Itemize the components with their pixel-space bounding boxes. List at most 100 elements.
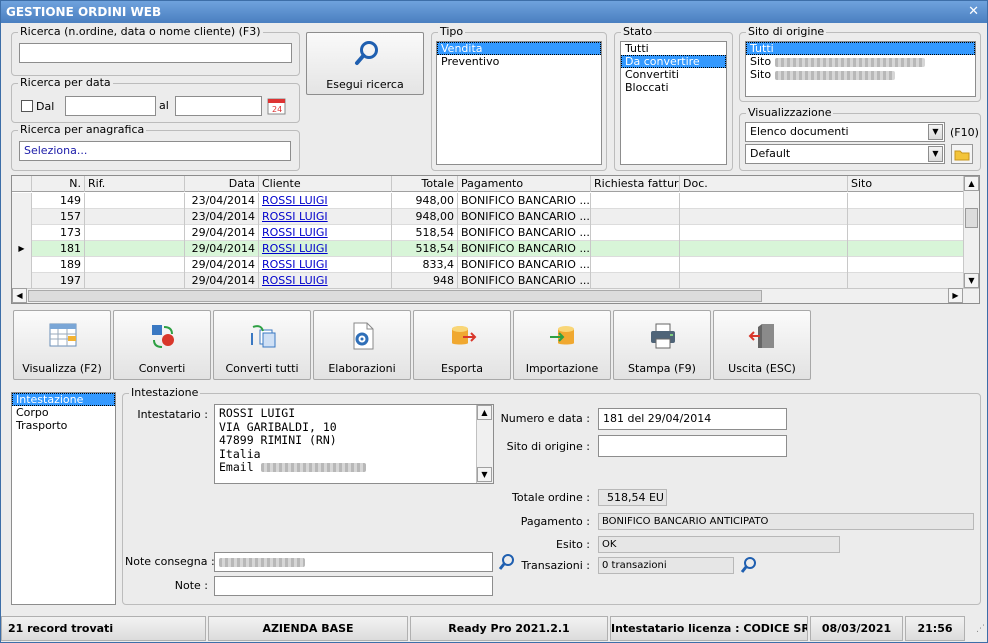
intestatario-textarea[interactable]: ROSSI LUIGI VIA GARIBALDI, 10 47899 RIMI…: [214, 404, 494, 484]
table-row[interactable]: 149 23/04/2014 ROSSI LUIGI 948,00 BONIFICO B…: [12, 193, 964, 209]
esporta-button[interactable]: Esporta: [413, 310, 511, 380]
cell-n: 189: [32, 257, 85, 273]
cell-empty: [680, 273, 848, 289]
column-header[interactable]: Cliente: [259, 176, 392, 192]
table-row[interactable]: 157 23/04/2014 ROSSI LUIGI 948,00 BONIFICO B…: [12, 209, 964, 225]
converti-button[interactable]: Converti: [113, 310, 211, 380]
cell-cliente[interactable]: ROSSI LUIGI: [259, 209, 392, 225]
stato-item[interactable]: Convertiti: [621, 68, 726, 81]
chevron-down-icon[interactable]: ▼: [928, 146, 943, 162]
sito-item[interactable]: Tutti: [746, 42, 975, 55]
column-header[interactable]: Pagamento: [458, 176, 591, 192]
section-item-intestazione[interactable]: Intestazione: [12, 393, 115, 406]
scroll-down-icon[interactable]: ▼: [477, 467, 492, 482]
row-indicator[interactable]: [12, 225, 32, 241]
svg-text:24: 24: [272, 105, 282, 114]
tipo-item[interactable]: Preventivo: [437, 55, 601, 68]
table-row[interactable]: ▶ 181 29/04/2014 ROSSI LUIGI 518,54 BONIFICO …: [12, 241, 964, 257]
note-field[interactable]: [214, 576, 493, 596]
table-row[interactable]: 173 29/04/2014 ROSSI LUIGI 518,54 BONIFICO B…: [12, 225, 964, 241]
visualizza-button[interactable]: Visualizza (F2): [13, 310, 111, 380]
stato-list[interactable]: Tutti Da convertire Convertiti Bloccati: [620, 41, 727, 165]
sito-origine-list[interactable]: Tutti Sito Sito: [745, 41, 976, 97]
scroll-right-icon[interactable]: ▶: [948, 288, 963, 303]
cell-cliente[interactable]: ROSSI LUIGI: [259, 225, 392, 241]
scroll-thumb[interactable]: [965, 208, 978, 228]
row-indicator[interactable]: [12, 257, 32, 273]
resize-grip-icon[interactable]: ⋰: [967, 620, 985, 638]
section-item-trasporto[interactable]: Trasporto: [12, 419, 115, 432]
current-row-indicator-icon[interactable]: ▶: [12, 241, 32, 257]
grid-vertical-scrollbar[interactable]: ▲ ▼: [963, 176, 979, 289]
note-consegna-field[interactable]: [214, 552, 493, 572]
column-header[interactable]: Rif.: [85, 176, 185, 192]
scroll-up-icon[interactable]: ▲: [964, 176, 979, 191]
table-row[interactable]: 189 29/04/2014 ROSSI LUIGI 833,4 BONIFICO BA…: [12, 257, 964, 273]
scroll-down-icon[interactable]: ▼: [964, 273, 979, 288]
cell-cliente[interactable]: ROSSI LUIGI: [259, 257, 392, 273]
pagamento-value: BONIFICO BANCARIO ANTICIPATO: [598, 513, 974, 530]
row-indicator[interactable]: [12, 193, 32, 209]
tipo-item[interactable]: Vendita: [437, 42, 601, 55]
column-header[interactable]: Sito: [848, 176, 964, 192]
column-header[interactable]: N.: [32, 176, 85, 192]
date-to-field[interactable]: [175, 96, 262, 116]
layout-select[interactable]: Default ▼: [745, 144, 945, 164]
row-indicator[interactable]: [12, 209, 32, 225]
al-label: al: [159, 99, 169, 112]
cell-cliente[interactable]: ROSSI LUIGI: [259, 273, 392, 289]
stampa-button[interactable]: Stampa (F9): [613, 310, 711, 380]
chevron-down-icon[interactable]: ▼: [928, 124, 943, 140]
cell-data: 29/04/2014: [185, 257, 259, 273]
scroll-thumb[interactable]: [28, 290, 762, 302]
textarea-scrollbar[interactable]: ▲ ▼: [476, 405, 493, 483]
anagrafica-select[interactable]: Seleziona...: [19, 141, 291, 161]
totale-label: Totale ordine :: [512, 491, 590, 504]
cell-empty: [591, 241, 680, 257]
stato-item[interactable]: Bloccati: [621, 81, 726, 94]
scroll-up-icon[interactable]: ▲: [477, 405, 492, 420]
elaborazioni-button[interactable]: Elaborazioni: [313, 310, 411, 380]
sito-item[interactable]: Sito: [746, 68, 975, 81]
stato-item[interactable]: Tutti: [621, 42, 726, 55]
search-input[interactable]: [19, 43, 292, 63]
column-header[interactable]: Doc.: [680, 176, 848, 192]
sito-item[interactable]: Sito: [746, 55, 975, 68]
magnifier-icon: [355, 41, 378, 65]
stato-item[interactable]: Da convertire: [621, 55, 726, 68]
grid-horizontal-scrollbar[interactable]: ◀ ▶: [12, 288, 979, 303]
sito-origine-field[interactable]: [598, 435, 787, 457]
cell-cliente[interactable]: ROSSI LUIGI: [259, 241, 392, 257]
transazioni-search-icon[interactable]: [740, 556, 758, 574]
table-row[interactable]: 197 29/04/2014 ROSSI LUIGI 948 BONIFICO BANC…: [12, 273, 964, 289]
view-mode-select[interactable]: Elenco documenti ▼: [745, 122, 945, 142]
date-search-legend: Ricerca per data: [18, 76, 113, 89]
search-button[interactable]: Esegui ricerca: [306, 32, 424, 95]
cell-cliente[interactable]: ROSSI LUIGI: [259, 193, 392, 209]
section-item-corpo[interactable]: Corpo: [12, 406, 115, 419]
convert-icon: [152, 325, 174, 348]
esito-value: OK: [598, 536, 840, 553]
folder-icon[interactable]: [951, 144, 973, 164]
close-icon[interactable]: ✕: [968, 1, 979, 23]
note-consegna-search-icon[interactable]: [498, 553, 516, 571]
cell-totale: 518,54: [392, 241, 458, 257]
cell-totale: 948,00: [392, 193, 458, 209]
column-header[interactable]: Data: [185, 176, 259, 192]
calendar-icon[interactable]: 24: [267, 96, 286, 115]
row-indicator[interactable]: [12, 273, 32, 289]
window-title: GESTIONE ORDINI WEB: [6, 5, 162, 19]
dal-checkbox[interactable]: [21, 100, 33, 112]
date-from-field[interactable]: [65, 96, 156, 116]
column-header[interactable]: Richiesta fattura: [591, 176, 680, 192]
converti-tutti-button[interactable]: Converti tutti: [213, 310, 311, 380]
sections-list[interactable]: Intestazione Corpo Trasporto: [11, 392, 116, 605]
orders-grid[interactable]: N. Rif. Data Cliente Totale Pagamento Ri…: [11, 175, 980, 304]
scroll-left-icon[interactable]: ◀: [12, 288, 27, 303]
numero-field[interactable]: 181 del 29/04/2014: [598, 408, 787, 430]
uscita-button[interactable]: Uscita (ESC): [713, 310, 811, 380]
column-header[interactable]: Totale: [392, 176, 458, 192]
tipo-list[interactable]: Vendita Preventivo: [436, 41, 602, 165]
importazione-button[interactable]: Importazione: [513, 310, 611, 380]
cell-rif: [85, 225, 185, 241]
